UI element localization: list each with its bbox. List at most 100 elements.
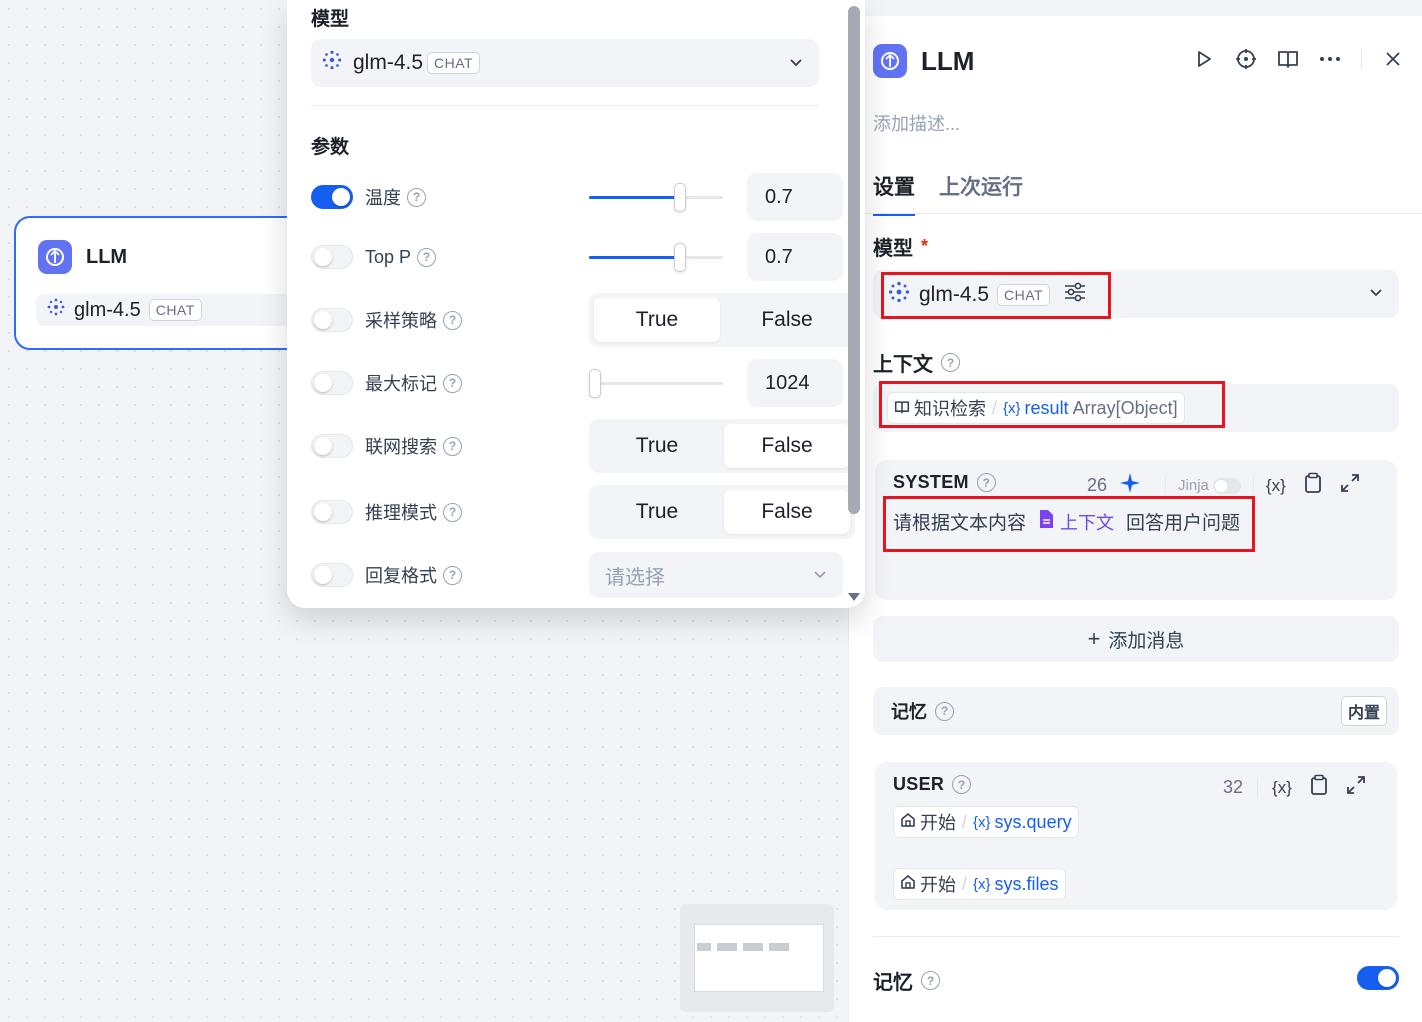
popup-divider bbox=[311, 105, 819, 106]
system-toolbar: 26 Jinja {x} bbox=[1087, 472, 1360, 499]
user-role-label: USER bbox=[893, 774, 945, 794]
param-label: 回复格式? bbox=[365, 562, 462, 588]
sparkle-icon[interactable] bbox=[1119, 472, 1141, 499]
insert-variable-icon[interactable]: {x} bbox=[1272, 778, 1292, 798]
slider-thumb[interactable] bbox=[674, 183, 686, 212]
select-placeholder: 请选择 bbox=[605, 566, 665, 589]
slider-thumb[interactable] bbox=[589, 369, 601, 398]
param-row-reasoning: 推理模式? True False bbox=[311, 485, 855, 539]
option-true[interactable]: True bbox=[594, 490, 720, 534]
param-row-temperature: 温度? 0.7 bbox=[311, 173, 843, 221]
top-p-toggle[interactable] bbox=[311, 245, 353, 269]
param-label-text: 采样策略 bbox=[365, 311, 437, 331]
help-icon[interactable]: ? bbox=[952, 775, 972, 794]
help-icon[interactable]: ? bbox=[935, 701, 954, 721]
popup-model-selector[interactable]: glm-4.5 CHAT bbox=[311, 39, 819, 87]
canvas-minimap[interactable] bbox=[680, 904, 834, 1012]
llm-app-icon bbox=[38, 240, 72, 274]
user-variable-chip[interactable]: 开始 / {x} sys.query bbox=[893, 806, 1079, 838]
llm-canvas-node[interactable]: LLM glm-4.5 CHAT bbox=[14, 216, 326, 350]
option-true[interactable]: True bbox=[594, 424, 720, 468]
tab-last-run[interactable]: 上次运行 bbox=[939, 171, 1023, 216]
popup-scrollbar-thumb[interactable] bbox=[848, 6, 860, 514]
param-label: 推理模式? bbox=[365, 499, 462, 525]
highlight-box-system bbox=[883, 496, 1255, 552]
response-format-toggle[interactable] bbox=[311, 563, 353, 587]
slider-thumb[interactable] bbox=[674, 243, 686, 272]
crosshair-icon[interactable] bbox=[1235, 48, 1257, 70]
highlight-box-model bbox=[881, 272, 1111, 319]
model-parameters-popup: 模型 glm-4.5 CHAT 参数 温度? 0.7 Top P? 0.7 采样… bbox=[287, 0, 865, 608]
help-icon[interactable]: ? bbox=[941, 353, 960, 372]
scroll-down-arrow-icon[interactable] bbox=[846, 590, 862, 608]
model-label: 模型 * bbox=[873, 232, 928, 261]
temperature-slider[interactable] bbox=[589, 183, 723, 212]
param-label: Top P? bbox=[365, 247, 437, 268]
book-icon[interactable] bbox=[1277, 48, 1299, 70]
node-header: LLM bbox=[38, 240, 127, 274]
option-false[interactable]: False bbox=[724, 424, 850, 468]
more-icon[interactable] bbox=[1319, 48, 1341, 70]
help-icon[interactable]: ? bbox=[417, 247, 437, 267]
max-tokens-slider[interactable] bbox=[589, 369, 723, 398]
close-icon[interactable] bbox=[1382, 48, 1404, 70]
help-icon[interactable]: ? bbox=[443, 436, 462, 456]
node-title: LLM bbox=[86, 245, 128, 268]
help-icon[interactable]: ? bbox=[443, 565, 462, 585]
option-false[interactable]: False bbox=[724, 298, 850, 342]
param-row-response-format: 回复格式? 请选择 bbox=[311, 551, 843, 599]
popup-model-name: glm-4.5 bbox=[353, 51, 424, 74]
zhipu-model-icon bbox=[321, 49, 343, 77]
user-role: USER ? bbox=[893, 774, 972, 795]
help-icon[interactable]: ? bbox=[407, 187, 426, 207]
top-p-slider[interactable] bbox=[589, 243, 723, 272]
minimap-node bbox=[769, 943, 789, 951]
home-icon bbox=[900, 874, 916, 895]
web-search-toggle[interactable] bbox=[311, 434, 353, 458]
zhipu-model-icon bbox=[46, 297, 66, 323]
chevron-down-icon bbox=[1369, 285, 1383, 304]
temperature-toggle[interactable] bbox=[311, 185, 353, 209]
option-false[interactable]: False bbox=[724, 490, 850, 534]
reasoning-toggle[interactable] bbox=[311, 500, 353, 524]
expand-icon[interactable] bbox=[1340, 473, 1360, 498]
sampling-toggle[interactable] bbox=[311, 308, 353, 332]
response-format-select[interactable]: 请选择 bbox=[589, 552, 843, 598]
play-icon[interactable] bbox=[1193, 48, 1215, 70]
insert-variable-icon[interactable]: {x} bbox=[1266, 476, 1286, 496]
node-model-badge: CHAT bbox=[148, 299, 202, 321]
help-icon[interactable]: ? bbox=[976, 473, 996, 492]
param-row-max-tokens: 最大标记? 1024 bbox=[311, 359, 843, 407]
help-icon[interactable]: ? bbox=[443, 373, 462, 393]
memory-toggle[interactable] bbox=[1357, 966, 1399, 990]
option-true[interactable]: True bbox=[594, 298, 720, 342]
tab-settings[interactable]: 设置 bbox=[873, 171, 915, 216]
popup-params-title: 参数 bbox=[311, 137, 350, 158]
top-p-input[interactable]: 0.7 bbox=[747, 233, 843, 281]
param-label: 最大标记? bbox=[365, 370, 462, 396]
user-message-card: USER ? 32 {x} 开始 / {x} sys.query 开始 / {x… bbox=[875, 762, 1397, 910]
max-tokens-input[interactable]: 1024 bbox=[747, 359, 843, 407]
panel-title[interactable]: LLM bbox=[921, 46, 974, 77]
chevron-down-icon bbox=[789, 51, 803, 75]
add-message-button[interactable]: + 添加消息 bbox=[873, 616, 1399, 662]
clipboard-icon[interactable] bbox=[1304, 472, 1322, 499]
context-label: 上下文 ? bbox=[873, 348, 960, 377]
temperature-input[interactable]: 0.7 bbox=[747, 173, 843, 221]
add-message-label: 添加消息 bbox=[1108, 630, 1185, 652]
expand-icon[interactable] bbox=[1346, 775, 1366, 800]
help-icon[interactable]: ? bbox=[443, 310, 462, 330]
max-tokens-toggle[interactable] bbox=[311, 371, 353, 395]
chip-separator: / bbox=[962, 873, 968, 894]
panel-top-strip bbox=[848, 0, 1422, 16]
clipboard-icon[interactable] bbox=[1310, 774, 1328, 801]
description-input[interactable]: 添加描述... bbox=[873, 110, 960, 136]
chevron-down-icon bbox=[813, 564, 827, 587]
required-mark: * bbox=[921, 236, 929, 256]
jinja-switch[interactable] bbox=[1212, 477, 1241, 494]
user-var-source: 开始 bbox=[920, 875, 956, 895]
user-variable-chip[interactable]: 开始 / {x} sys.files bbox=[893, 868, 1066, 900]
help-icon[interactable]: ? bbox=[921, 971, 940, 990]
jinja-toggle[interactable]: Jinja bbox=[1178, 477, 1241, 494]
help-icon[interactable]: ? bbox=[443, 502, 462, 522]
